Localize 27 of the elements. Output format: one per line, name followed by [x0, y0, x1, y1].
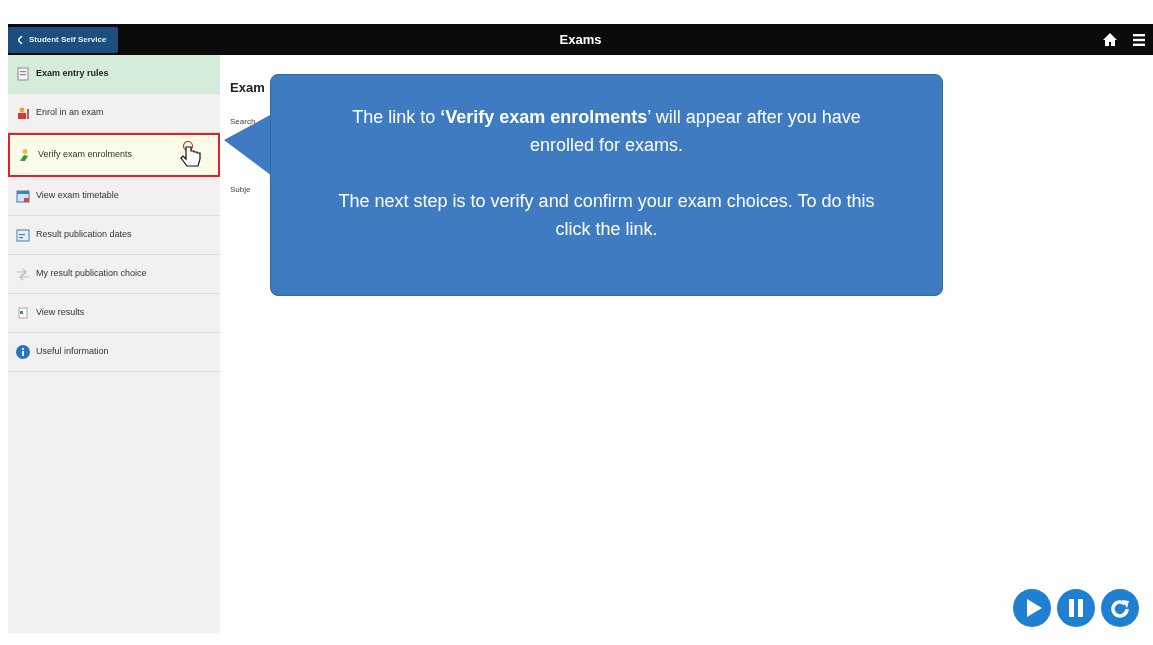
calendar-icon [16, 189, 30, 203]
sidebar-item[interactable]: View exam timetable [8, 177, 220, 216]
sidebar-item[interactable]: View results [8, 294, 220, 333]
pause-button[interactable] [1057, 589, 1095, 627]
callout-text: The link to ‘Verify exam enrolments’ will appear after you have enrolled for exams. [352, 107, 861, 155]
sidebar-item[interactable]: Exam entry rules [8, 55, 220, 94]
sidebar-item[interactable]: Verify exam enrolments [8, 133, 220, 177]
calendar-icon [16, 228, 30, 242]
info-icon [16, 345, 30, 359]
sidebar-item[interactable]: My result publication choice [8, 255, 220, 294]
arrows-icon [16, 267, 30, 281]
replay-button[interactable] [1101, 589, 1139, 627]
document-icon [16, 67, 30, 81]
home-icon[interactable] [1103, 33, 1117, 46]
field-label: Subje [230, 184, 251, 196]
play-button[interactable] [1013, 589, 1051, 627]
document-icon [16, 306, 30, 320]
back-icon [18, 35, 23, 44]
callout-text: The next step is to verify and confirm your exam choices. To do this click the link. [338, 191, 875, 239]
sidebar-item[interactable]: Result publication dates [8, 216, 220, 255]
menu-icon[interactable] [1133, 33, 1145, 46]
sidebar-item[interactable]: Useful information [8, 333, 220, 372]
person-icon [16, 106, 30, 120]
page-title: Exams [559, 31, 602, 47]
back-button[interactable]: Student Self Service [8, 26, 119, 53]
search-label: Search [230, 116, 256, 128]
section-heading: Exam [230, 80, 265, 95]
